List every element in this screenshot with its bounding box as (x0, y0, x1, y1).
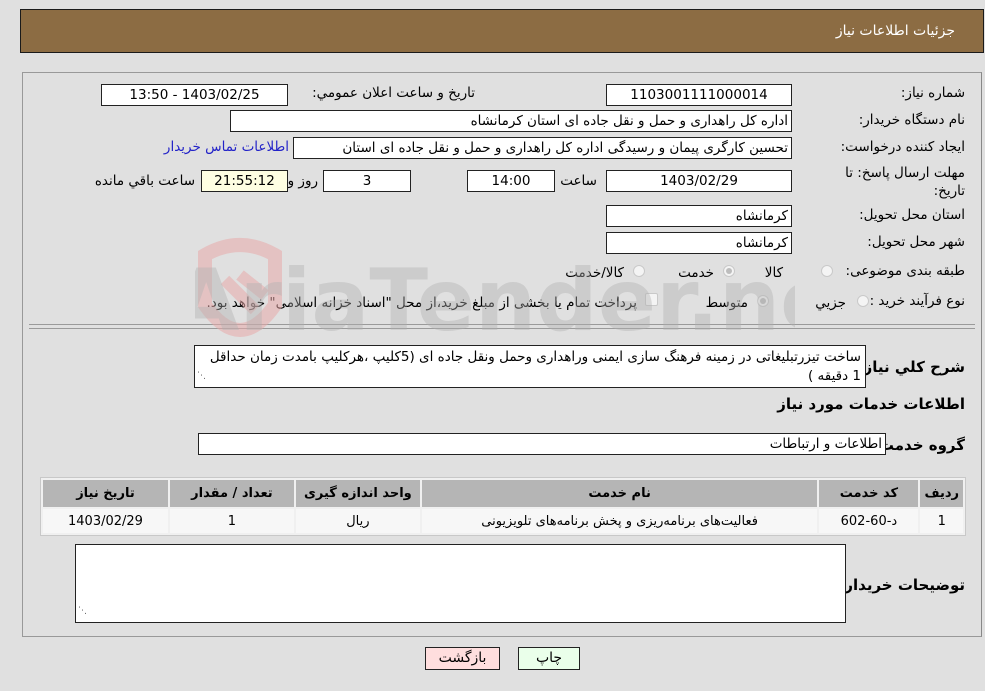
services-section-title: اطلاعات خدمات مورد نیاز (777, 395, 965, 413)
days-label: روز و (287, 173, 318, 189)
process-label: نوع فرآیند خرید : (869, 293, 965, 309)
cell-service-code: د-60-602 (819, 509, 919, 533)
col-service-name: نام خدمت (421, 480, 818, 507)
province-field[interactable]: کرمانشاه (606, 205, 792, 227)
time-remaining-label: ساعت باقي مانده (94, 173, 195, 189)
divider (29, 328, 975, 329)
category-option-goods-service: کالا/خدمت (565, 265, 624, 281)
need-number-label: شماره نیاز: (900, 85, 965, 101)
treasury-text: پرداخت تمام یا بخشی از مبلغ خرید،از محل … (206, 295, 637, 311)
description-label: شرح کلي نیاز: (857, 358, 965, 376)
col-quantity: تعداد / مقدار (169, 480, 294, 507)
category-radio-service[interactable] (723, 265, 735, 277)
resize-grip-icon[interactable]: ⋰ (197, 367, 206, 386)
buyer-org-field[interactable]: اداره کل راهداری و حمل و نقل جاده ای است… (230, 110, 792, 132)
buyer-notes-label: توضیحات خریدار: (838, 576, 965, 594)
city-label: شهر محل تحویل: (867, 234, 965, 250)
province-label: استان محل تحویل: (859, 207, 965, 223)
col-row-number: ردیف (920, 480, 963, 507)
need-details-panel: شماره نیاز: 1103001111000014 تاریخ و ساع… (22, 72, 982, 637)
deadline-time-field[interactable]: 14:00 (467, 170, 555, 192)
divider (29, 324, 975, 325)
service-group-field[interactable]: اطلاعات و ارتباطات (198, 433, 886, 455)
cell-need-date: 1403/02/29 (43, 509, 168, 533)
description-textarea[interactable]: ساخت تیزرتبلیغاتی در زمینه فرهنگ سازی ای… (194, 345, 866, 388)
page-header: جزئیات اطلاعات نیاز (20, 9, 984, 53)
time-remaining-field: 21:55:12 (201, 170, 288, 192)
process-option-medium: متوسط (705, 295, 748, 311)
deadline-date-field[interactable]: 1403/02/29 (606, 170, 792, 192)
page-title: جزئیات اطلاعات نیاز (835, 23, 955, 39)
deadline-time-label: ساعت (560, 173, 597, 189)
cell-row-number: 1 (920, 509, 963, 533)
process-option-minor: جزيي (815, 295, 846, 311)
announce-datetime-field[interactable]: 1403/02/25 - 13:50 (101, 84, 288, 106)
need-number-field[interactable]: 1103001111000014 (606, 84, 792, 106)
days-remaining-field[interactable]: 3 (323, 170, 411, 192)
buyer-contact-link[interactable]: اطلاعات تماس خریدار (164, 139, 289, 155)
category-radio-goods[interactable] (821, 265, 833, 277)
category-label: طبقه بندی موضوعی: (845, 263, 965, 279)
buyer-org-label: نام دستگاه خریدار: (858, 112, 965, 128)
requester-field[interactable]: تحسین کارگری پیمان و رسیدگی اداره کل راه… (293, 137, 792, 159)
col-need-date: تاریخ نیاز (43, 480, 168, 507)
resize-grip-icon[interactable]: ⋰ (78, 602, 87, 621)
city-field[interactable]: کرمانشاه (606, 232, 792, 254)
category-radio-goods-service[interactable] (633, 265, 645, 277)
process-radio-medium[interactable] (757, 295, 769, 307)
cell-quantity: 1 (169, 509, 294, 533)
category-option-goods: کالا (764, 265, 783, 281)
category-option-service: خدمت (678, 265, 714, 281)
services-table: ردیف کد خدمت نام خدمت واحد اندازه گیری ت… (40, 477, 966, 536)
deadline-label: مهلت ارسال پاسخ: تا تاریخ: (845, 165, 965, 199)
table-row: 1 د-60-602 فعالیت‌های برنامه‌ریزی و پخش … (43, 509, 963, 533)
col-service-code: کد خدمت (819, 480, 919, 507)
buyer-notes-textarea[interactable]: ⋰ (75, 544, 846, 623)
table-header-row: ردیف کد خدمت نام خدمت واحد اندازه گیری ت… (43, 480, 963, 507)
description-text: ساخت تیزرتبلیغاتی در زمینه فرهنگ سازی ای… (209, 349, 861, 384)
cell-unit: ریال (295, 509, 420, 533)
back-button[interactable]: بازگشت (425, 647, 500, 670)
service-group-label: گروه خدمت: (872, 436, 965, 454)
requester-label: ایجاد کننده درخواست: (840, 139, 965, 155)
print-button[interactable]: چاپ (518, 647, 580, 670)
announce-datetime-label: تاریخ و ساعت اعلان عمومي: (312, 85, 475, 101)
col-unit: واحد اندازه گیری (295, 480, 420, 507)
process-radio-minor[interactable] (857, 295, 869, 307)
treasury-checkbox[interactable] (645, 293, 658, 306)
cell-service-name: فعالیت‌های برنامه‌ریزی و پخش برنامه‌های … (421, 509, 818, 533)
